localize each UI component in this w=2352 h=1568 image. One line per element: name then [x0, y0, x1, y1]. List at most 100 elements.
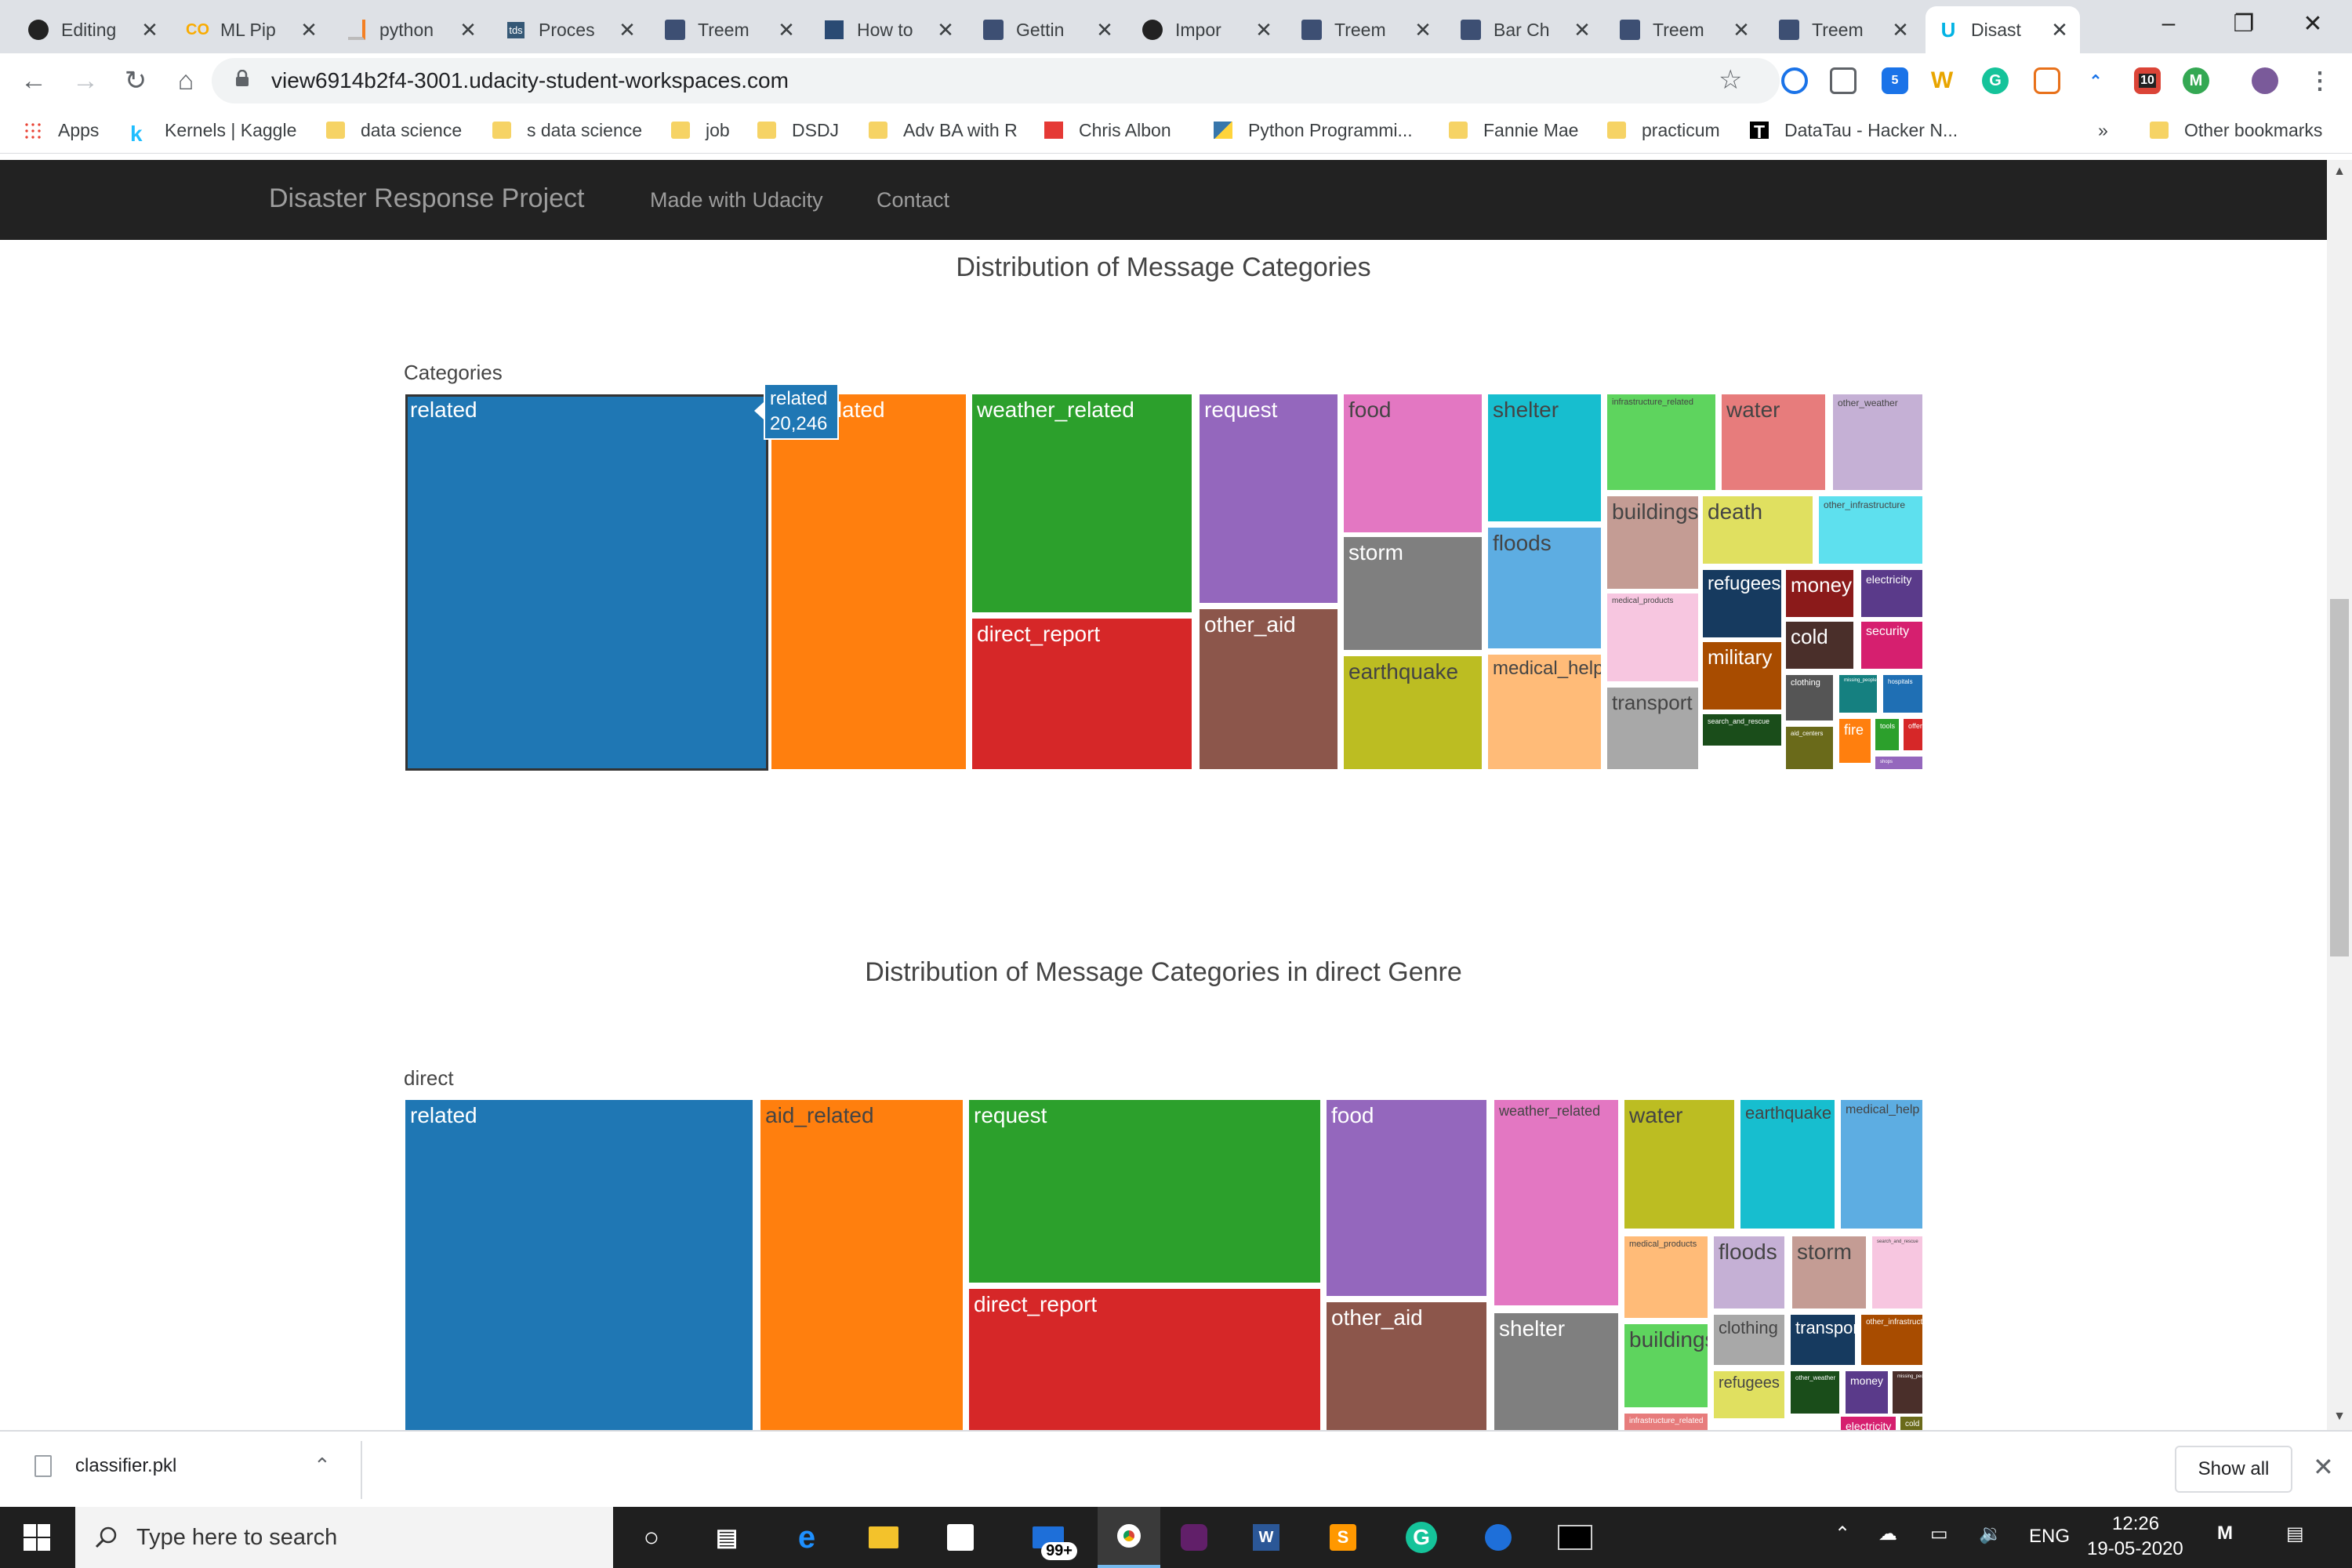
treemap-cell-related[interactable]: related	[405, 1100, 753, 1430]
treemap-cell-refugees[interactable]: refugees	[1703, 570, 1781, 637]
treemap-cell-offer[interactable]: offer	[1904, 719, 1922, 750]
treemap-cell-medical-products[interactable]: medical_products	[1607, 593, 1698, 681]
treemap-cell-related[interactable]: related	[405, 394, 768, 771]
treemap-cell-food[interactable]: food	[1344, 394, 1482, 532]
edge-icon[interactable]: e	[789, 1519, 825, 1555]
treemap-cell-water[interactable]: water	[1624, 1100, 1734, 1229]
app-tray-icon[interactable]: M	[2217, 1523, 2233, 1544]
treemap-cell-hospitals[interactable]: hospitals	[1883, 675, 1922, 713]
chart-1-pathbar[interactable]: Categories	[404, 361, 503, 385]
bookmark-2[interactable]: k Kernels | Kaggle	[130, 114, 296, 147]
brand-link[interactable]: Disaster Response Project	[269, 183, 585, 214]
close-tab-icon[interactable]: ✕	[2050, 18, 2069, 42]
treemap-cell-infrastructure-related[interactable]: infrastructure_related	[1607, 394, 1715, 490]
tab-4[interactable]: tds Proces ✕	[493, 6, 648, 53]
home-button[interactable]: ⌂	[169, 64, 202, 97]
extension-9-icon[interactable]: M	[2183, 67, 2209, 94]
language-indicator[interactable]: ENG	[2029, 1526, 2070, 1548]
tab-6[interactable]: How to ✕	[811, 6, 966, 53]
close-tab-icon[interactable]: ✕	[1254, 18, 1273, 42]
bookmark-10[interactable]: Fannie Mae	[1449, 114, 1578, 146]
bookmark-11[interactable]: practicum	[1607, 114, 1720, 146]
restore-button[interactable]: ❐	[2209, 0, 2278, 47]
clock-time[interactable]: 12:26	[2112, 1513, 2159, 1535]
treemap-cell-medical-products[interactable]: medical_products	[1624, 1236, 1708, 1318]
treemap-cell-search-and-rescue[interactable]: search_and_rescue	[1872, 1236, 1922, 1308]
treemap-cell-medical-help[interactable]: medical_help	[1841, 1100, 1922, 1229]
scroll-down-icon[interactable]: ▼	[2327, 1405, 2352, 1428]
treemap-cell-military[interactable]: military	[1703, 642, 1781, 710]
treemap-cell-money[interactable]: money	[1786, 570, 1853, 617]
tab-9[interactable]: Treem ✕	[1289, 6, 1443, 53]
bookmark-6[interactable]: DSDJ	[757, 114, 839, 146]
taskbar-search-box[interactable]: Type here to search	[75, 1507, 613, 1568]
extension-3-icon[interactable]: 5	[1882, 67, 1908, 94]
extension-8-icon[interactable]: 10	[2134, 67, 2161, 94]
tab-1[interactable]: Editing ✕	[16, 6, 170, 53]
file-explorer-icon[interactable]	[866, 1519, 902, 1555]
treemap-cell-fire[interactable]: fire	[1839, 719, 1871, 763]
bookmark-star-icon[interactable]: ☆	[1719, 64, 1742, 96]
treemap-cell-other-weather[interactable]: other_weather	[1833, 394, 1922, 490]
action-center-icon[interactable]: ▤	[2286, 1523, 2304, 1545]
treemap-cell-shelter[interactable]: shelter	[1494, 1313, 1618, 1430]
chart-2-pathbar[interactable]: direct	[404, 1066, 454, 1091]
treemap-cell-food[interactable]: food	[1327, 1100, 1486, 1296]
treemap-cell-buildings[interactable]: buildings	[1624, 1324, 1708, 1407]
mail-icon[interactable]: 99+	[1019, 1519, 1077, 1560]
nav-made-with-udacity[interactable]: Made with Udacity	[650, 188, 823, 212]
bookmark-8[interactable]: Chris Albon	[1044, 114, 1171, 146]
forward-button[interactable]: →	[69, 64, 102, 97]
menu-icon[interactable]: ⋮	[2307, 67, 2333, 94]
nav-contact[interactable]: Contact	[877, 188, 949, 212]
reload-button[interactable]: ↻	[119, 64, 152, 97]
scroll-up-icon[interactable]: ▲	[2327, 160, 2352, 183]
bookmarks-overflow-button[interactable]: »	[2098, 114, 2108, 146]
grammarly-icon[interactable]: G	[1982, 67, 2009, 94]
close-tab-icon[interactable]: ✕	[459, 18, 477, 42]
treemap-cell-shops[interactable]: shops	[1875, 757, 1922, 769]
page-scrollbar[interactable]: ▲ ▼	[2327, 160, 2352, 1430]
close-tab-icon[interactable]: ✕	[1095, 18, 1114, 42]
treemap-cell-shelter[interactable]: shelter	[1488, 394, 1601, 521]
treemap-cell-weather-related[interactable]: weather_related	[1494, 1100, 1618, 1305]
treemap-cell-other-weather[interactable]: other_weather	[1791, 1371, 1839, 1414]
treemap-cell-clothing[interactable]: clothing	[1714, 1315, 1784, 1365]
treemap-cell-security[interactable]: security	[1861, 622, 1922, 669]
tab-2[interactable]: CO ML Pip ✕	[175, 6, 329, 53]
volume-icon[interactable]: 🔉	[1979, 1523, 2002, 1545]
terminal-icon[interactable]	[1557, 1519, 1593, 1555]
treemap-cell-infrastructure-related[interactable]: infrastructure_related	[1624, 1414, 1708, 1430]
extension-6-icon[interactable]	[2034, 67, 2060, 94]
treemap-cell-other-aid[interactable]: other_aid	[1200, 609, 1338, 769]
close-tab-icon[interactable]: ✕	[1732, 18, 1751, 42]
treemap-cell-storm[interactable]: storm	[1344, 537, 1482, 650]
pocket-icon[interactable]	[1830, 67, 1857, 94]
treemap-cell-buildings[interactable]: buildings	[1607, 496, 1698, 589]
bookmark-1[interactable]: Apps	[24, 114, 99, 146]
address-bar[interactable]: view6914b2f4-3001.udacity-student-worksp…	[212, 58, 1780, 103]
treemap-cell-water[interactable]: water	[1722, 394, 1825, 490]
other-bookmarks[interactable]: Other bookmarks	[2150, 114, 2322, 146]
treemap-cell-refugees[interactable]: refugees	[1714, 1371, 1784, 1418]
treemap-cell-transport[interactable]: transport	[1791, 1315, 1855, 1365]
minimize-button[interactable]: –	[2134, 0, 2203, 47]
treemap-cell-aid-centers[interactable]: aid_centers	[1786, 727, 1833, 769]
show-all-button[interactable]: Show all	[2175, 1446, 2292, 1493]
treemap-cell-search-and-rescue[interactable]: search_and_rescue	[1703, 714, 1781, 746]
treemap-cell-floods[interactable]: floods	[1488, 528, 1601, 648]
tab-7[interactable]: Gettin ✕	[971, 6, 1125, 53]
bookmark-4[interactable]: s data science	[492, 114, 642, 146]
download-item[interactable]: classifier.pkl	[34, 1455, 176, 1477]
tab-13[interactable]: U Disast ✕	[1926, 6, 2080, 53]
treemap-cell-other-aid[interactable]: other_aid	[1327, 1302, 1486, 1430]
tab-3[interactable]: python ✕	[334, 6, 488, 53]
close-tab-icon[interactable]: ✕	[1891, 18, 1910, 42]
close-tab-icon[interactable]: ✕	[1414, 18, 1432, 42]
treemap-cell-tools[interactable]: tools	[1875, 719, 1899, 750]
grammarly-taskbar-icon[interactable]: G	[1403, 1519, 1439, 1555]
bookmark-5[interactable]: job	[671, 114, 730, 146]
close-tab-icon[interactable]: ✕	[618, 18, 637, 42]
slack-icon[interactable]	[1176, 1519, 1212, 1555]
close-tab-icon[interactable]: ✕	[1573, 18, 1592, 42]
